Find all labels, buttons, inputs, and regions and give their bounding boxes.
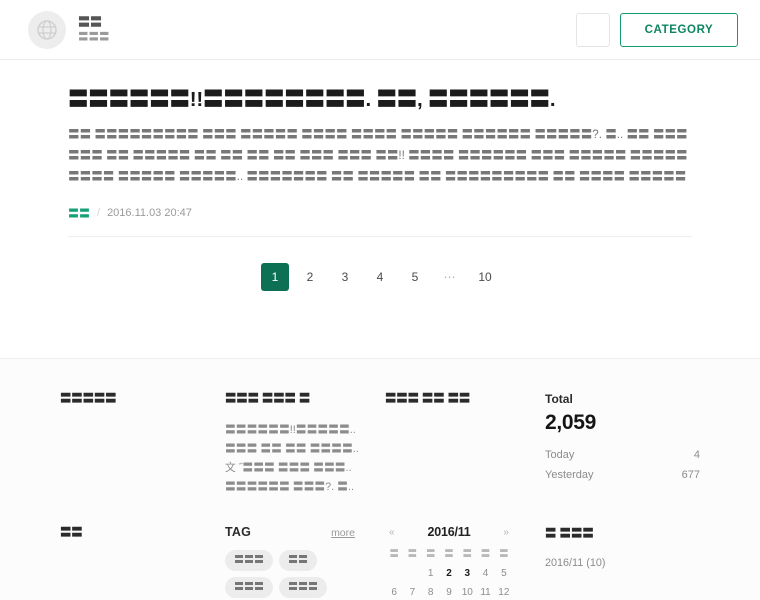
tag-cloud: 〓〓〓〓〓〓〓〓〓〓〓〓〓〓〓〓〓〓〓〓〓〓〓〓〓〓〓〓 [225,550,365,600]
pagination: 1 2 3 4 5 ⋯ 10 [68,263,692,291]
stats-rows: Today 4 Yesterday 677 [545,445,700,485]
calendar-month-label: 2016/11 [427,525,471,539]
meta-separator: / [97,207,101,219]
calendar-panel: « 2016/11 » 〓〓〓〓〓〓〓 12345678910111213141… [385,525,545,600]
calendar-day-12: 12 [498,586,510,598]
post-date: 2016.11.03 20:47 [107,207,192,219]
header-actions: CATEGORY [576,12,738,47]
stat-value: 4 [693,449,700,461]
calendar-day-10: 10 [461,586,473,598]
archive-item[interactable]: 2016/11 (10) [545,554,700,572]
stat-value: 677 [681,469,700,481]
tag-more-link[interactable]: more [331,527,355,539]
calendar-day-11: 11 [480,586,491,598]
footer-row-2: 〓〓 TAG more 〓〓〓〓〓〓〓〓〓〓〓〓〓〓〓〓〓〓〓〓〓〓〓〓〓〓〓〓… [60,525,700,600]
calendar-weekday: 〓 [480,549,491,560]
footer-column-3-heading: 〓〓〓 〓〓 〓〓 [385,393,471,405]
calendar-weekday: 〓 [389,549,399,560]
stat-row: Today 4 [545,445,700,465]
archive-list: 2016/11 (10) [545,554,700,572]
list-item[interactable]: 〓〓〓 〓〓 〓〓 〓〓〓〓.. [225,440,385,459]
footer-column-2: 〓〓〓 〓〓〓 〓 〓〓〓〓〓〓!!〓〓〓〓〓.. 〓〓〓 〓〓 〓〓 〓〓〓〓.… [225,391,385,497]
post-list: 〓〓〓〓〓〓!!〓〓〓〓〓〓〓〓. 〓〓, 〓〓〓〓〓〓. 〓〓 〓〓〓〓〓〓〓… [0,60,760,291]
pagination-page-5[interactable]: 5 [401,263,429,291]
tag-item[interactable]: 〓〓 [279,550,317,571]
category-button[interactable]: CATEGORY [620,12,738,47]
calendar-week-row: 12345 [385,564,513,583]
blog-brand[interactable]: 〓〓 〓〓〓 [28,10,110,49]
post-excerpt: 〓〓 〓〓〓〓〓〓〓〓〓 〓〓〓 〓〓〓〓〓 〓〓〓〓 〓〓〓〓 〓〓〓〓〓 〓… [68,128,688,183]
calendar-day-3[interactable]: 3 [458,564,476,583]
calendar-weekday: 〓 [425,549,436,560]
blog-title: 〓〓 [78,15,103,29]
pagination-page-2[interactable]: 2 [296,263,324,291]
calendar-day-6: 6 [391,586,397,598]
stat-label: Today [545,449,575,461]
tag-item[interactable]: 〓〓〓 [279,577,327,598]
calendar-prev-icon[interactable]: « [385,527,399,538]
footer-column-1: 〓〓〓〓〓 [60,391,225,497]
calendar-day-1: 1 [427,567,434,579]
calendar-day-empty [385,564,403,583]
blog-subtitle: 〓〓〓 [78,31,110,43]
post-divider [68,236,692,237]
calendar-next-icon[interactable]: » [499,527,513,538]
calendar-weekday-row: 〓〓〓〓〓〓〓 [385,546,513,564]
list-item[interactable]: 〓〓〓〓〓〓 〓〓〓?. 〓.. [225,478,385,497]
post-meta: 〓〓 / 2016.11.03 20:47 [68,205,692,221]
recent-posts-list: 〓〓〓〓〓〓!!〓〓〓〓〓.. 〓〓〓 〓〓 〓〓 〓〓〓〓.. 文 ˝〓〓〓 〓〓… [225,421,385,497]
avatar [28,10,66,49]
pagination-page-10[interactable]: 10 [471,263,499,291]
footer-lower-column-1: 〓〓 [60,525,225,600]
search-button[interactable] [576,12,610,47]
pagination-page-3[interactable]: 3 [331,263,359,291]
calendar-weekday: 〓 [499,549,509,560]
site-header: 〓〓 〓〓〓 CATEGORY [0,0,760,60]
tag-item[interactable]: 〓〓〓 [225,577,273,598]
calendar-day-2[interactable]: 2 [440,564,458,583]
stat-label: Yesterday [545,469,594,481]
tag-cloud-panel: TAG more 〓〓〓〓〓〓〓〓〓〓〓〓〓〓〓〓〓〓〓〓〓〓〓〓〓〓〓〓 [225,525,385,600]
calendar-weekday: 〓 [407,549,418,560]
list-item[interactable]: 〓〓〓〓〓〓!!〓〓〓〓〓.. [225,421,385,440]
stats-total-value: 2,059 [545,411,597,434]
stat-row: Yesterday 677 [545,465,700,485]
post-item[interactable]: 〓〓〓〓〓〓!!〓〓〓〓〓〓〓〓. 〓〓, 〓〓〓〓〓〓. 〓〓 〓〓〓〓〓〓〓… [68,86,692,221]
footer-lower-heading: 〓〓 [60,527,83,539]
pagination-page-4[interactable]: 4 [366,263,394,291]
calendar-day-empty [403,564,421,583]
pagination-page-1[interactable]: 1 [261,263,289,291]
list-item[interactable]: 文 ˝〓〓〓 〓〓〓 〓〓〓.. [225,459,385,478]
calendar-day-9: 9 [446,586,452,598]
archive-heading: 〓 〓〓〓 [545,528,594,540]
tag-item[interactable]: 〓〓〓 [225,550,273,571]
calendar-nav: « 2016/11 » [385,525,513,539]
archive-panel: 〓 〓〓〓 2016/11 (10) [545,525,700,600]
calendar-day-7: 7 [409,586,416,598]
blog-page: 〓〓 〓〓〓 CATEGORY 〓〓〓〓〓〓!!〓〓〓〓〓〓〓〓. 〓〓, 〓〓… [0,0,760,600]
calendar-day-4: 4 [482,567,489,579]
tag-header: TAG more [225,525,355,539]
post-title[interactable]: 〓〓〓〓〓〓!!〓〓〓〓〓〓〓〓. 〓〓, 〓〓〓〓〓〓. [68,86,692,114]
globe-icon [37,19,57,40]
footer-column-2-heading: 〓〓〓 〓〓〓 〓 [225,393,311,405]
footer-column-1-heading: 〓〓〓〓〓 [60,393,117,405]
calendar-body: 1234567891011121314151617181920212223242… [385,564,513,600]
calendar-week-row: 6 7 8 9 10 11 12 [385,583,513,600]
calendar-day-5: 5 [501,567,507,579]
post-category[interactable]: 〓〓 [68,205,90,221]
calendar: « 2016/11 » 〓〓〓〓〓〓〓 12345678910111213141… [385,525,513,600]
footer-row-1: 〓〓〓〓〓 〓〓〓 〓〓〓 〓 〓〓〓〓〓〓!!〓〓〓〓〓.. 〓〓〓 〓〓 〓〓… [60,391,700,497]
calendar-day-8: 8 [427,586,434,598]
site-footer: 〓〓〓〓〓 〓〓〓 〓〓〓 〓 〓〓〓〓〓〓!!〓〓〓〓〓.. 〓〓〓 〓〓 〓〓… [0,359,760,600]
stats-panel: Total 2,059 Today 4 Yesterday 677 [545,391,700,497]
footer-column-3: 〓〓〓 〓〓 〓〓 [385,391,545,497]
stats-total-label: Total [545,392,573,406]
calendar-weekday: 〓 [462,549,473,560]
calendar-table: 〓〓〓〓〓〓〓 12345678910111213141516171819202… [385,546,513,600]
tag-title: TAG [225,525,252,539]
pagination-ellipsis: ⋯ [443,270,457,284]
calendar-weekday: 〓 [444,549,454,560]
